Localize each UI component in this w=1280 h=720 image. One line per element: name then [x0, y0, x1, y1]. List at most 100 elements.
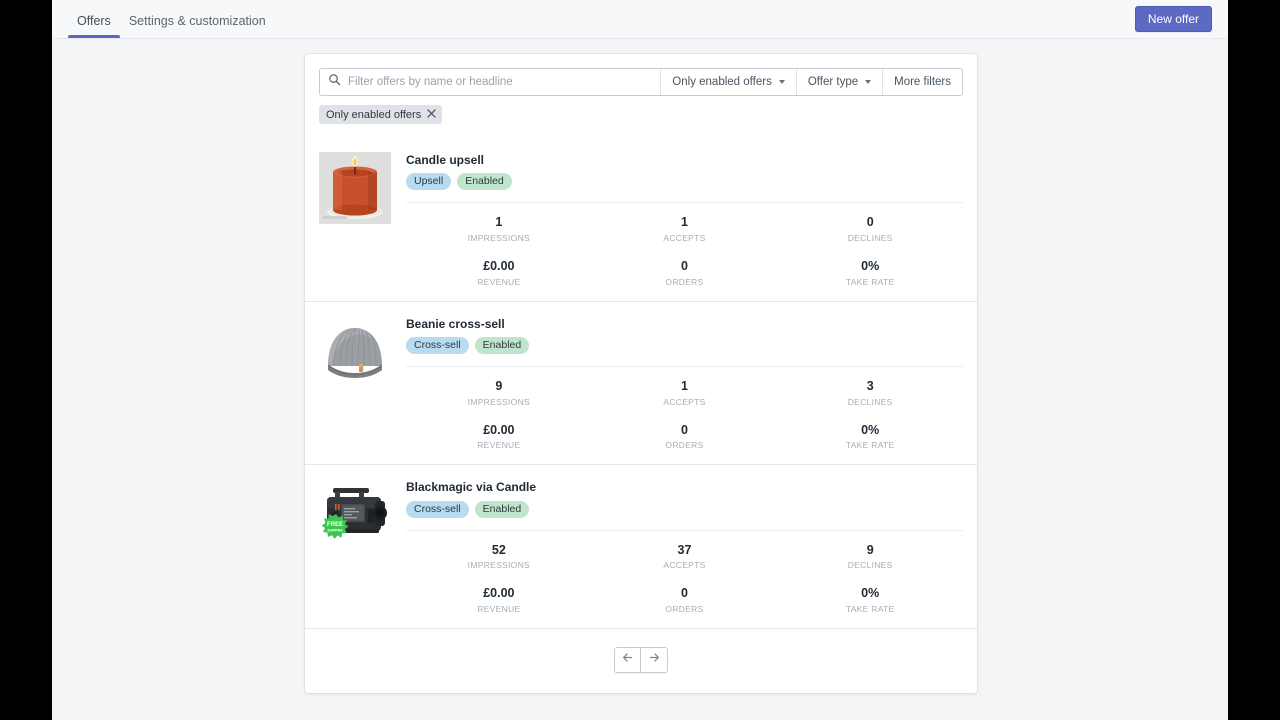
stat-revenue-label: REVENUE [477, 276, 521, 287]
stat-orders: 0 ORDERS [592, 247, 778, 287]
applied-filter-chip-label: Only enabled offers [326, 108, 422, 121]
offer-row[interactable]: Beanie cross-sell Cross-sell Enabled 9 I… [305, 300, 977, 465]
stat-impressions: 52 IMPRESSIONS [406, 531, 592, 571]
offer-status-badge: Enabled [474, 337, 530, 355]
svg-text:FREE: FREE [327, 522, 343, 528]
previous-page-button[interactable] [614, 646, 641, 673]
offer-title: Blackmagic via Candle [406, 480, 537, 495]
stat-take-rate-label: TAKE RATE [845, 440, 895, 451]
chevron-down-icon [865, 80, 872, 84]
arrow-left-icon [621, 651, 634, 669]
stat-impressions-value: 52 [491, 542, 506, 557]
tab-list: Offers Settings & customization [68, 0, 275, 38]
stat-revenue-label: REVENUE [477, 440, 521, 451]
offer-stats: 9 IMPRESSIONS 1 ACCEPTS 3 DECLINES £0.00… [406, 367, 963, 450]
stat-take-rate: 0% TAKE RATE [777, 411, 963, 451]
stat-take-rate: 0% TAKE RATE [777, 247, 963, 287]
stat-impressions: 1 IMPRESSIONS [406, 203, 592, 243]
offer-details: Blackmagic via Candle Cross-sell Enabled… [391, 479, 963, 614]
offer-type-badge: Cross-sell [406, 337, 469, 355]
offer-type-badge: Upsell [406, 173, 452, 191]
stat-accepts-value: 37 [677, 542, 692, 557]
top-navigation-bar: Offers Settings & customization New offe… [52, 0, 1228, 39]
stat-impressions-label: IMPRESSIONS [467, 396, 530, 407]
stat-accepts-value: 1 [681, 215, 688, 230]
offer-thumbnail: FREE SHIPPING [319, 479, 391, 552]
stat-orders-label: ORDERS [665, 440, 704, 451]
arrow-right-icon [648, 651, 661, 669]
stat-orders-label: ORDERS [665, 276, 704, 287]
stat-declines-label: DECLINES [847, 396, 893, 407]
offer-badges: Cross-sell Enabled [406, 337, 963, 355]
screen: Offers Settings & customization New offe… [0, 0, 1280, 720]
more-filters-button[interactable]: More filters [882, 69, 962, 95]
stat-accepts-label: ACCEPTS [663, 233, 706, 244]
stat-impressions-label: IMPRESSIONS [467, 233, 530, 244]
more-filters-label: More filters [894, 76, 951, 88]
stat-accepts-value: 1 [681, 379, 688, 394]
offer-row[interactable]: Candle upsell Upsell Enabled 1 IMPRESSIO… [305, 138, 977, 301]
tab-settings-customization-label: Settings & customization [128, 13, 266, 28]
app-viewport: Offers Settings & customization New offe… [52, 0, 1228, 720]
search-field-wrapper[interactable] [320, 69, 660, 95]
stat-impressions-value: 1 [495, 215, 503, 230]
stat-take-rate-value: 0% [861, 586, 880, 601]
stat-declines: 0 DECLINES [777, 203, 963, 243]
chevron-down-icon [778, 80, 785, 84]
stat-revenue-label: REVENUE [477, 603, 521, 614]
stat-declines-value: 0 [866, 215, 874, 230]
search-icon [328, 73, 341, 91]
stat-declines-label: DECLINES [847, 233, 893, 244]
stat-take-rate-label: TAKE RATE [845, 603, 895, 614]
tab-offers[interactable]: Offers [68, 13, 120, 39]
stat-orders-value: 0 [681, 259, 688, 274]
offer-type-badge: Cross-sell [406, 500, 469, 518]
stat-take-rate-label: TAKE RATE [845, 276, 895, 287]
camera-image: FREE SHIPPING [319, 479, 391, 552]
stat-take-rate: 0% TAKE RATE [777, 574, 963, 614]
stat-take-rate-value: 0% [861, 259, 880, 274]
stat-accepts-label: ACCEPTS [663, 560, 706, 571]
stat-declines-value: 3 [866, 379, 874, 394]
stat-orders-label: ORDERS [665, 603, 704, 614]
stat-impressions: 9 IMPRESSIONS [406, 367, 592, 407]
close-icon[interactable] [427, 108, 436, 121]
filter-offer-type-label: Offer type [807, 76, 859, 88]
offer-thumbnail [319, 315, 391, 388]
filter-bar: Only enabled offers Offer type More filt… [319, 68, 963, 96]
tab-settings-customization[interactable]: Settings & customization [120, 13, 275, 39]
offer-title: Candle upsell [406, 153, 485, 167]
stat-revenue-value: £0.00 [483, 259, 515, 274]
stat-orders-value: 0 [681, 586, 688, 601]
offer-status-badge: Enabled [457, 173, 512, 191]
next-page-button[interactable] [641, 646, 668, 673]
beanie-image [319, 315, 391, 388]
stat-accepts: 1 ACCEPTS [592, 367, 778, 407]
stat-revenue: £0.00 REVENUE [406, 411, 592, 451]
applied-filter-chip[interactable]: Only enabled offers [319, 105, 443, 124]
offer-badges: Upsell Enabled [406, 173, 963, 191]
offer-details: Beanie cross-sell Cross-sell Enabled 9 I… [391, 316, 963, 450]
stat-declines-label: DECLINES [847, 560, 893, 571]
stat-declines: 3 DECLINES [777, 367, 963, 407]
stat-revenue-value: £0.00 [483, 586, 515, 601]
filter-only-enabled-offers-button[interactable]: Only enabled offers [660, 69, 796, 95]
search-input[interactable] [348, 76, 653, 88]
stat-orders: 0 ORDERS [592, 411, 778, 451]
new-offer-button[interactable]: New offer [1134, 6, 1212, 32]
offer-stats: 1 IMPRESSIONS 1 ACCEPTS 0 DECLINES £0.00… [406, 203, 963, 286]
tab-offers-label: Offers [77, 13, 111, 28]
offer-badges: Cross-sell Enabled [406, 500, 963, 518]
stat-orders-value: 0 [681, 422, 688, 437]
stat-impressions-value: 9 [495, 379, 503, 394]
offer-title: Beanie cross-sell [406, 316, 505, 331]
offer-status-badge: Enabled [474, 500, 530, 518]
offer-details: Candle upsell Upsell Enabled 1 IMPRESSIO… [391, 152, 963, 287]
applied-filters: Only enabled offers [319, 105, 963, 124]
offers-panel: Only enabled offers Offer type More filt… [305, 54, 977, 693]
filter-offer-type-button[interactable]: Offer type [795, 69, 883, 95]
svg-text:SHIPPING: SHIPPING [327, 529, 343, 533]
offer-thumbnail [319, 152, 391, 224]
offer-row[interactable]: FREE SHIPPING Blackmagic via Candle Cros… [305, 464, 977, 628]
stat-accepts: 1 ACCEPTS [592, 203, 778, 243]
